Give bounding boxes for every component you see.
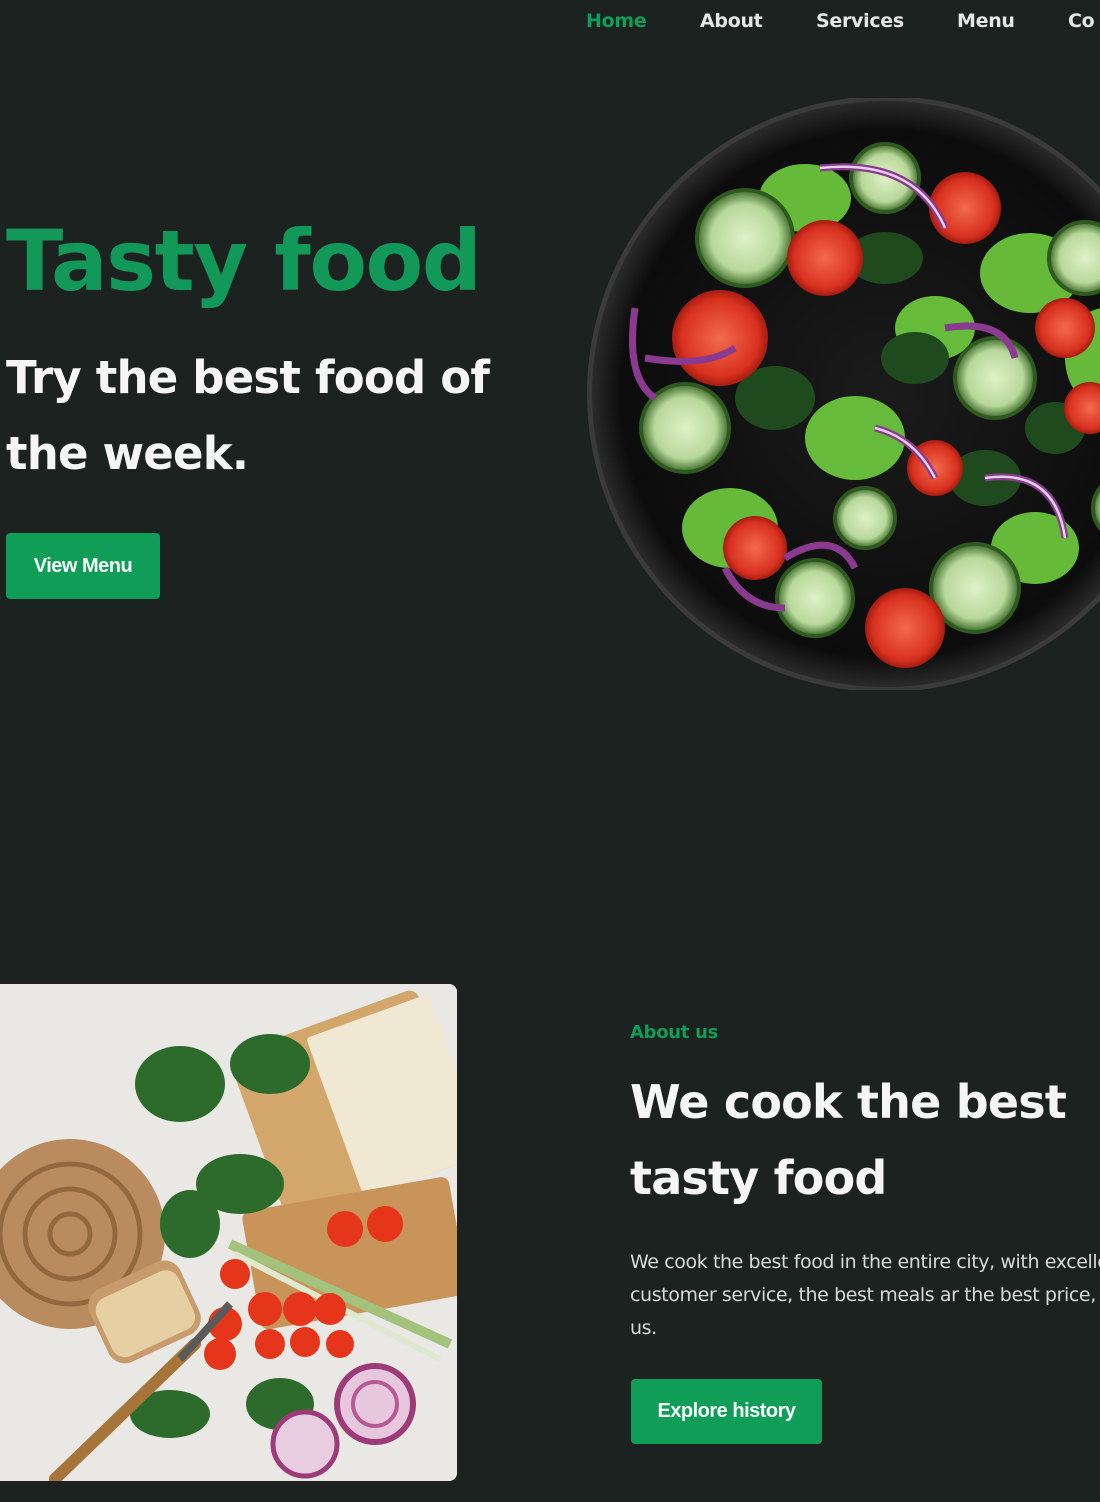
- hero-subtitle: Try the best food of the week.: [6, 351, 490, 480]
- nav-link-services[interactable]: Services: [816, 10, 904, 32]
- landing-page: Home About Services Menu Co Tasty food T…: [0, 0, 1100, 1502]
- nav-link-home[interactable]: Home: [586, 10, 647, 32]
- view-menu-button[interactable]: View Menu: [6, 533, 160, 599]
- about-ingredients-image: [0, 984, 457, 1481]
- top-navigation: Home About Services Menu Co: [586, 10, 1100, 40]
- nav-link-contact[interactable]: Co: [1068, 10, 1095, 32]
- about-title: We cook the best tasty food: [630, 1075, 1067, 1205]
- salad-bowl-image: [585, 98, 1100, 690]
- hero-title: Tasty food: [6, 212, 482, 310]
- about-eyebrow-label: About us: [630, 1022, 718, 1043]
- nav-link-menu[interactable]: Menu: [957, 10, 1015, 32]
- nav-link-about[interactable]: About: [700, 10, 763, 32]
- explore-history-button[interactable]: Explore history: [631, 1379, 822, 1444]
- about-description: We cook the best food in the entire city…: [630, 1251, 1100, 1339]
